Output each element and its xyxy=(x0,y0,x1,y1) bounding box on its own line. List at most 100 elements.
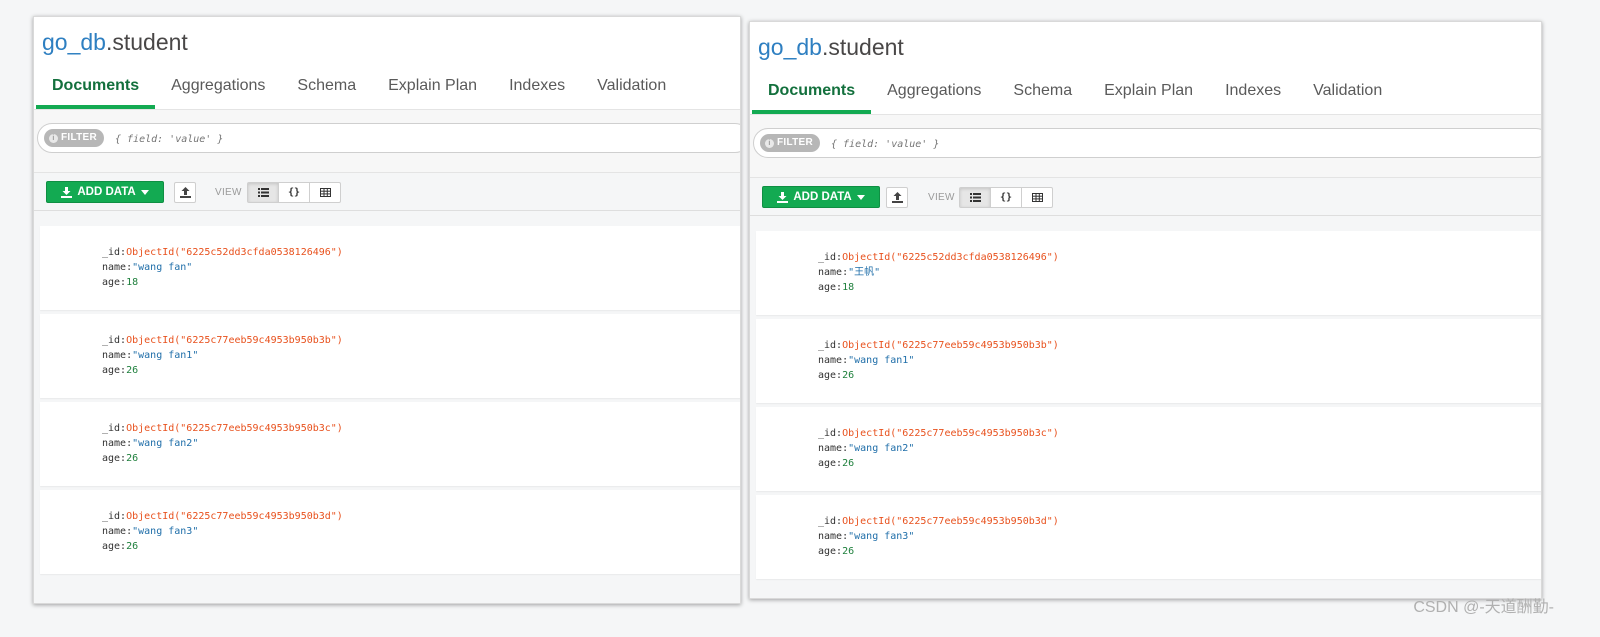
tab-bar: Documents Aggregations Schema Explain Pl… xyxy=(752,70,1398,114)
field-value-objectid: ObjectId("6225c77eeb59c4953b950b3b") xyxy=(126,335,343,346)
name-field: name:"wang fan" xyxy=(102,260,192,275)
documents-toolbar: ADD DATA VIEW {} xyxy=(750,178,1541,216)
name-field: name:"wang fan2" xyxy=(818,441,914,456)
field-key: age: xyxy=(818,370,843,381)
document-card[interactable]: _id:ObjectId("6225c77eeb59c4953b950b3b")… xyxy=(40,314,740,398)
tab-indexes[interactable]: Indexes xyxy=(1209,70,1297,114)
age-field: age:26 xyxy=(102,539,138,554)
filter-badge-label: FILTER xyxy=(61,132,98,143)
namespace-title: go_db.student xyxy=(42,29,188,56)
field-key: name: xyxy=(102,350,133,361)
watermark: CSDN @-天道酬勤- xyxy=(1413,599,1554,616)
tab-explain-plan[interactable]: Explain Plan xyxy=(372,65,493,109)
name-field: name:"wang fan3" xyxy=(102,524,198,539)
field-value-string: "wang fan3" xyxy=(848,531,915,542)
view-label: VIEW xyxy=(928,192,955,203)
info-icon: i xyxy=(49,133,58,143)
add-data-button[interactable]: ADD DATA xyxy=(46,181,164,203)
document-card[interactable]: _id:ObjectId("6225c77eeb59c4953b950b3c")… xyxy=(40,402,740,486)
tab-validation[interactable]: Validation xyxy=(581,65,682,109)
field-key: name: xyxy=(818,531,849,542)
tab-validation[interactable]: Validation xyxy=(1297,70,1398,114)
add-data-button[interactable]: ADD DATA xyxy=(762,186,880,208)
age-field: age:18 xyxy=(818,280,854,295)
view-toggle: {} xyxy=(247,182,341,203)
document-card[interactable]: _id:ObjectId("6225c77eeb59c4953b950b3d")… xyxy=(756,495,1541,579)
field-key: _id: xyxy=(818,516,843,527)
caret-down-icon xyxy=(140,189,149,195)
field-key: _id: xyxy=(818,340,843,351)
field-key: name: xyxy=(818,443,849,454)
tab-indexes[interactable]: Indexes xyxy=(493,65,581,109)
namespace-db[interactable]: go_db xyxy=(42,29,106,55)
field-key: age: xyxy=(818,546,843,557)
tab-aggregations[interactable]: Aggregations xyxy=(871,70,997,114)
document-card[interactable]: _id:ObjectId("6225c52dd3cfda0538126496")… xyxy=(40,226,740,310)
field-key: age: xyxy=(102,365,127,376)
filter-badge: i FILTER xyxy=(760,134,821,152)
field-key: name: xyxy=(102,526,133,537)
view-toggle: {} xyxy=(959,187,1053,208)
age-field: age:18 xyxy=(102,275,138,290)
field-key: _id: xyxy=(102,247,127,258)
caret-down-icon xyxy=(856,194,865,200)
field-value-objectid: ObjectId("6225c77eeb59c4953b950b3c") xyxy=(126,423,343,434)
document-card[interactable]: _id:ObjectId("6225c77eeb59c4953b950b3c")… xyxy=(756,407,1541,491)
import-button[interactable] xyxy=(174,182,196,203)
json-view-button[interactable]: {} xyxy=(278,182,310,203)
name-field: name:"wang fan3" xyxy=(818,529,914,544)
field-key: name: xyxy=(818,267,849,278)
field-value-number: 26 xyxy=(126,365,139,376)
json-view-button[interactable]: {} xyxy=(990,187,1022,208)
namespace-db[interactable]: go_db xyxy=(758,34,822,60)
tab-documents[interactable]: Documents xyxy=(36,65,156,109)
name-field: name:"wang fan2" xyxy=(102,436,198,451)
filter-input[interactable] xyxy=(113,124,729,154)
filter-bar: i FILTER xyxy=(753,128,1541,159)
filter-badge-label: FILTER xyxy=(777,137,814,148)
field-key: age: xyxy=(818,282,843,293)
field-key: age: xyxy=(102,277,127,288)
field-key: name: xyxy=(102,438,133,449)
braces-icon: {} xyxy=(999,192,1013,203)
field-value-string: "王帆" xyxy=(848,267,881,278)
document-card[interactable]: _id:ObjectId("6225c52dd3cfda0538126496")… xyxy=(756,231,1541,315)
tab-schema[interactable]: Schema xyxy=(281,65,372,109)
list-view-button[interactable] xyxy=(247,182,279,203)
field-value-string: "wang fan1" xyxy=(132,350,199,361)
field-key: _id: xyxy=(102,511,127,522)
list-view-button[interactable] xyxy=(959,187,991,208)
list-icon xyxy=(257,188,269,197)
field-key: name: xyxy=(818,355,849,366)
braces-icon: {} xyxy=(287,187,301,198)
collection-panel-right: go_db.student Documents Aggregations Sch… xyxy=(749,21,1542,599)
field-value-number: 26 xyxy=(126,541,139,552)
documents-list: _id: ObjectId("6225c52dd3cfda0538126496")… xyxy=(750,216,1541,598)
field-value-number: 26 xyxy=(842,458,855,469)
field-key: age: xyxy=(102,453,127,464)
document-card[interactable]: _id:ObjectId("6225c77eeb59c4953b950b3d")… xyxy=(40,490,740,574)
field-key: _id: xyxy=(102,423,127,434)
query-bar: i FILTER xyxy=(34,110,740,173)
field-value-number: 18 xyxy=(126,277,139,288)
import-button[interactable] xyxy=(886,187,908,208)
field-value-objectid: ObjectId("6225c77eeb59c4953b950b3d") xyxy=(126,511,343,522)
tab-explain-plan[interactable]: Explain Plan xyxy=(1088,70,1209,114)
table-view-button[interactable] xyxy=(1021,187,1053,208)
table-view-button[interactable] xyxy=(309,182,341,203)
table-icon xyxy=(319,188,331,197)
tab-documents[interactable]: Documents xyxy=(752,70,872,114)
field-value-objectid: ObjectId("6225c52dd3cfda0538126496") xyxy=(842,252,1059,263)
filter-input[interactable] xyxy=(829,129,1530,159)
name-field: name:"wang fan1" xyxy=(102,348,198,363)
id-field: _id:ObjectId("6225c77eeb59c4953b950b3c") xyxy=(818,426,1059,441)
namespace-title: go_db.student xyxy=(758,34,904,61)
list-icon xyxy=(969,193,981,202)
name-field: name:"王帆" xyxy=(818,265,880,280)
document-card[interactable]: _id:ObjectId("6225c77eeb59c4953b950b3b")… xyxy=(756,319,1541,403)
tab-schema[interactable]: Schema xyxy=(997,70,1088,114)
field-value-string: "wang fan3" xyxy=(132,526,199,537)
tab-aggregations[interactable]: Aggregations xyxy=(155,65,281,109)
view-label: VIEW xyxy=(215,187,242,198)
field-value-objectid: ObjectId("6225c52dd3cfda0538126496") xyxy=(126,247,343,258)
